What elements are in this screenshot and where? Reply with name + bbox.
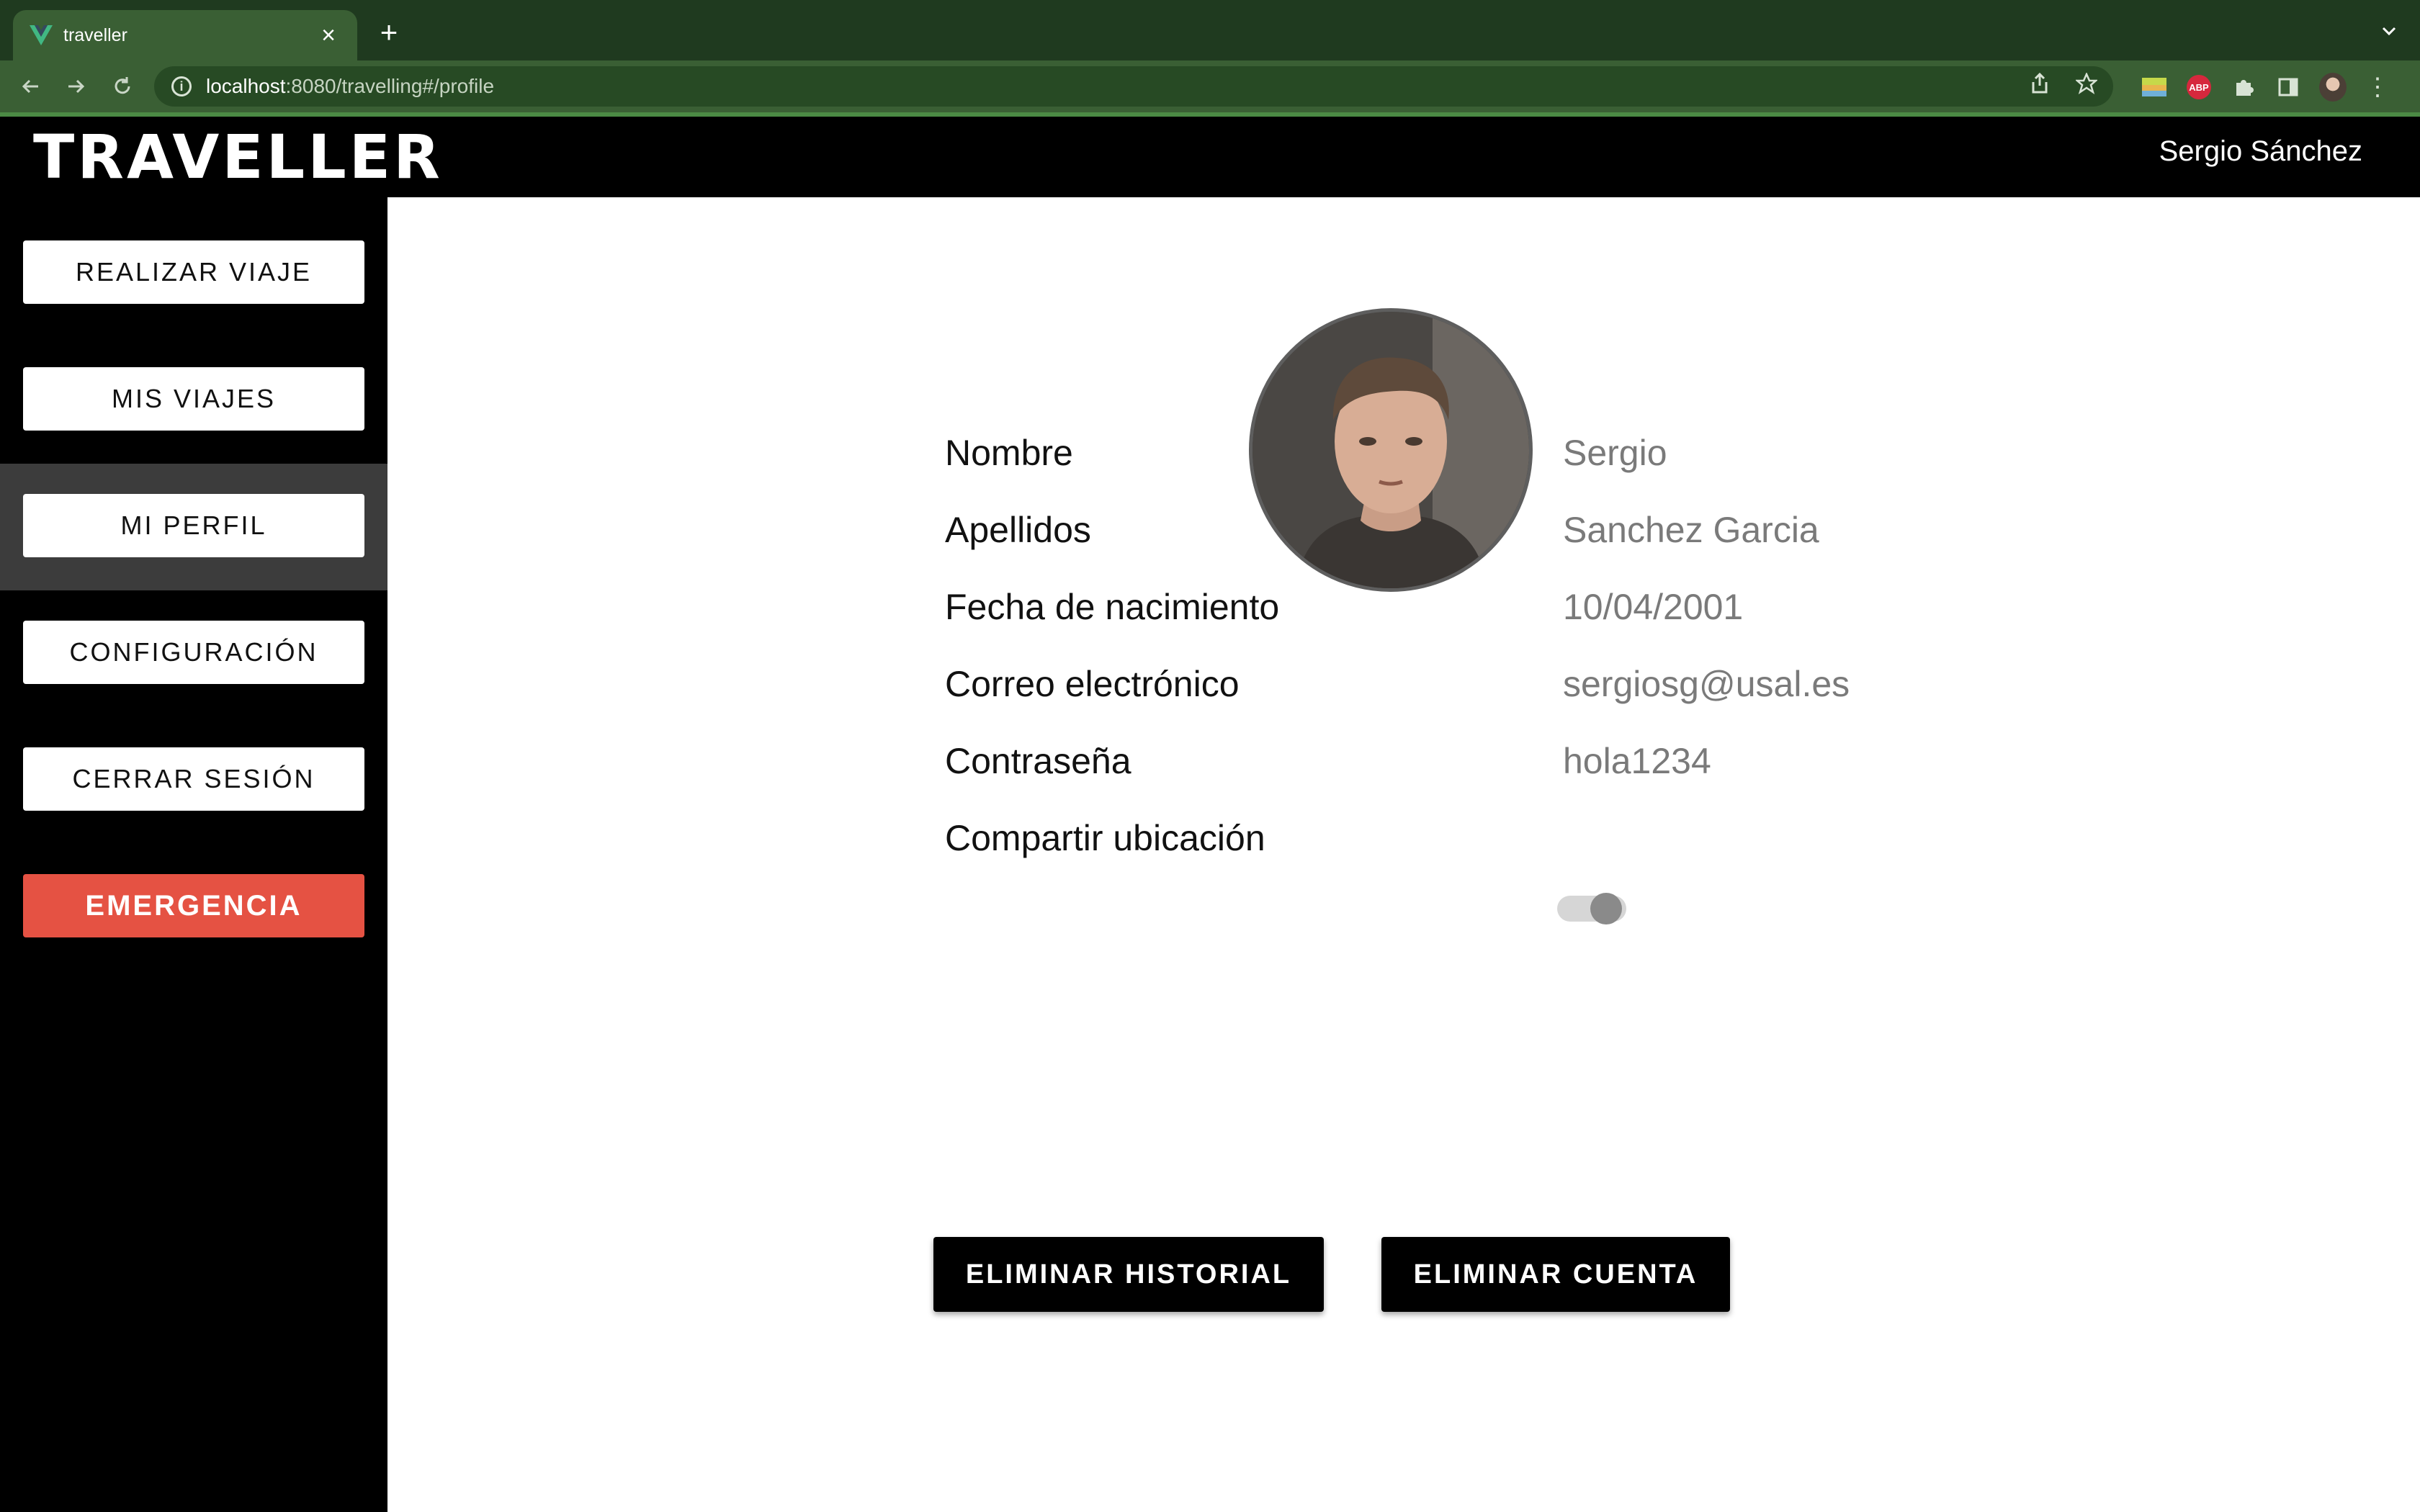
close-tab-icon[interactable]: × [315, 23, 341, 48]
browser-tab[interactable]: traveller × [13, 10, 357, 60]
bookmark-star-icon[interactable] [2074, 71, 2099, 100]
share-icon[interactable] [2030, 72, 2050, 100]
field-value-nombre: Sergio [1563, 433, 1667, 473]
profile-avatar-icon[interactable] [2319, 73, 2347, 102]
field-value-correo: sergiosg@usal.es [1563, 664, 1850, 704]
side-panel-icon[interactable] [2275, 73, 2302, 101]
field-label-contrasena: Contraseña [945, 741, 1131, 781]
sidebar-item-cerrar-sesion[interactable]: CERRAR SESIÓN [23, 747, 364, 811]
field-label-compartir-ubicacion: Compartir ubicación [945, 818, 1265, 858]
field-value-fecha-nacimiento: 10/04/2001 [1563, 587, 1744, 627]
browser-tab-strip: traveller × + [0, 0, 2420, 60]
app-logo[interactable]: TRAVELLER [33, 124, 443, 190]
profile-page: Nombre Sergio Apellidos Sanchez Garcia F… [387, 197, 2420, 1512]
tab-title: traveller [63, 24, 127, 45]
tab-search-chevron-icon[interactable] [2377, 19, 2401, 43]
url-text: localhost:8080/travelling#/profile [206, 75, 494, 98]
delete-account-button[interactable]: ELIMINAR CUENTA [1381, 1237, 1730, 1312]
field-value-contrasena: hola1234 [1563, 741, 1711, 781]
share-location-toggle[interactable] [1557, 887, 1626, 927]
url-path: :8080/travelling#/profile [285, 75, 495, 97]
vue-logo-icon [29, 23, 53, 48]
field-label-nombre: Nombre [945, 433, 1073, 473]
browser-toolbar: i localhost:8080/travelling#/profile ABP… [0, 60, 2420, 117]
address-bar[interactable]: i localhost:8080/travelling#/profile [154, 66, 2113, 107]
sidebar-item-realizar-viaje[interactable]: REALIZAR VIAJE [23, 240, 364, 304]
new-tab-icon[interactable]: + [375, 17, 403, 48]
sidebar: REALIZAR VIAJE MIS VIAJES MI PERFIL CONF… [0, 197, 387, 1512]
app-header: TRAVELLER Sergio Sánchez [0, 117, 2420, 197]
extension-color-icon[interactable] [2141, 73, 2168, 101]
profile-photo [1249, 308, 1533, 592]
field-label-fecha-nacimiento: Fecha de nacimiento [945, 587, 1280, 627]
field-label-correo: Correo electrónico [945, 664, 1240, 704]
url-host: localhost [206, 75, 286, 97]
field-value-apellidos: Sanchez Garcia [1563, 510, 1819, 550]
sidebar-item-configuracion[interactable]: CONFIGURACIÓN [23, 621, 364, 684]
more-menu-icon[interactable]: ⋮ [2364, 73, 2391, 101]
user-name[interactable]: Sergio Sánchez [2159, 135, 2362, 168]
sidebar-item-mi-perfil[interactable]: MI PERFIL [23, 494, 364, 557]
person-portrait-icon [1252, 312, 1529, 588]
toggle-knob [1590, 893, 1622, 924]
back-arrow-icon[interactable] [16, 72, 45, 101]
forward-arrow-icon[interactable] [62, 72, 91, 101]
reload-icon[interactable] [108, 72, 137, 101]
field-label-apellidos: Apellidos [945, 510, 1091, 550]
site-info-icon[interactable]: i [171, 76, 192, 96]
adblock-plus-icon[interactable]: ABP [2185, 73, 2213, 101]
delete-history-button[interactable]: ELIMINAR HISTORIAL [933, 1237, 1324, 1312]
puzzle-extensions-icon[interactable] [2230, 73, 2257, 101]
sidebar-item-mis-viajes[interactable]: MIS VIAJES [23, 367, 364, 431]
emergency-button[interactable]: EMERGENCIA [23, 874, 364, 937]
